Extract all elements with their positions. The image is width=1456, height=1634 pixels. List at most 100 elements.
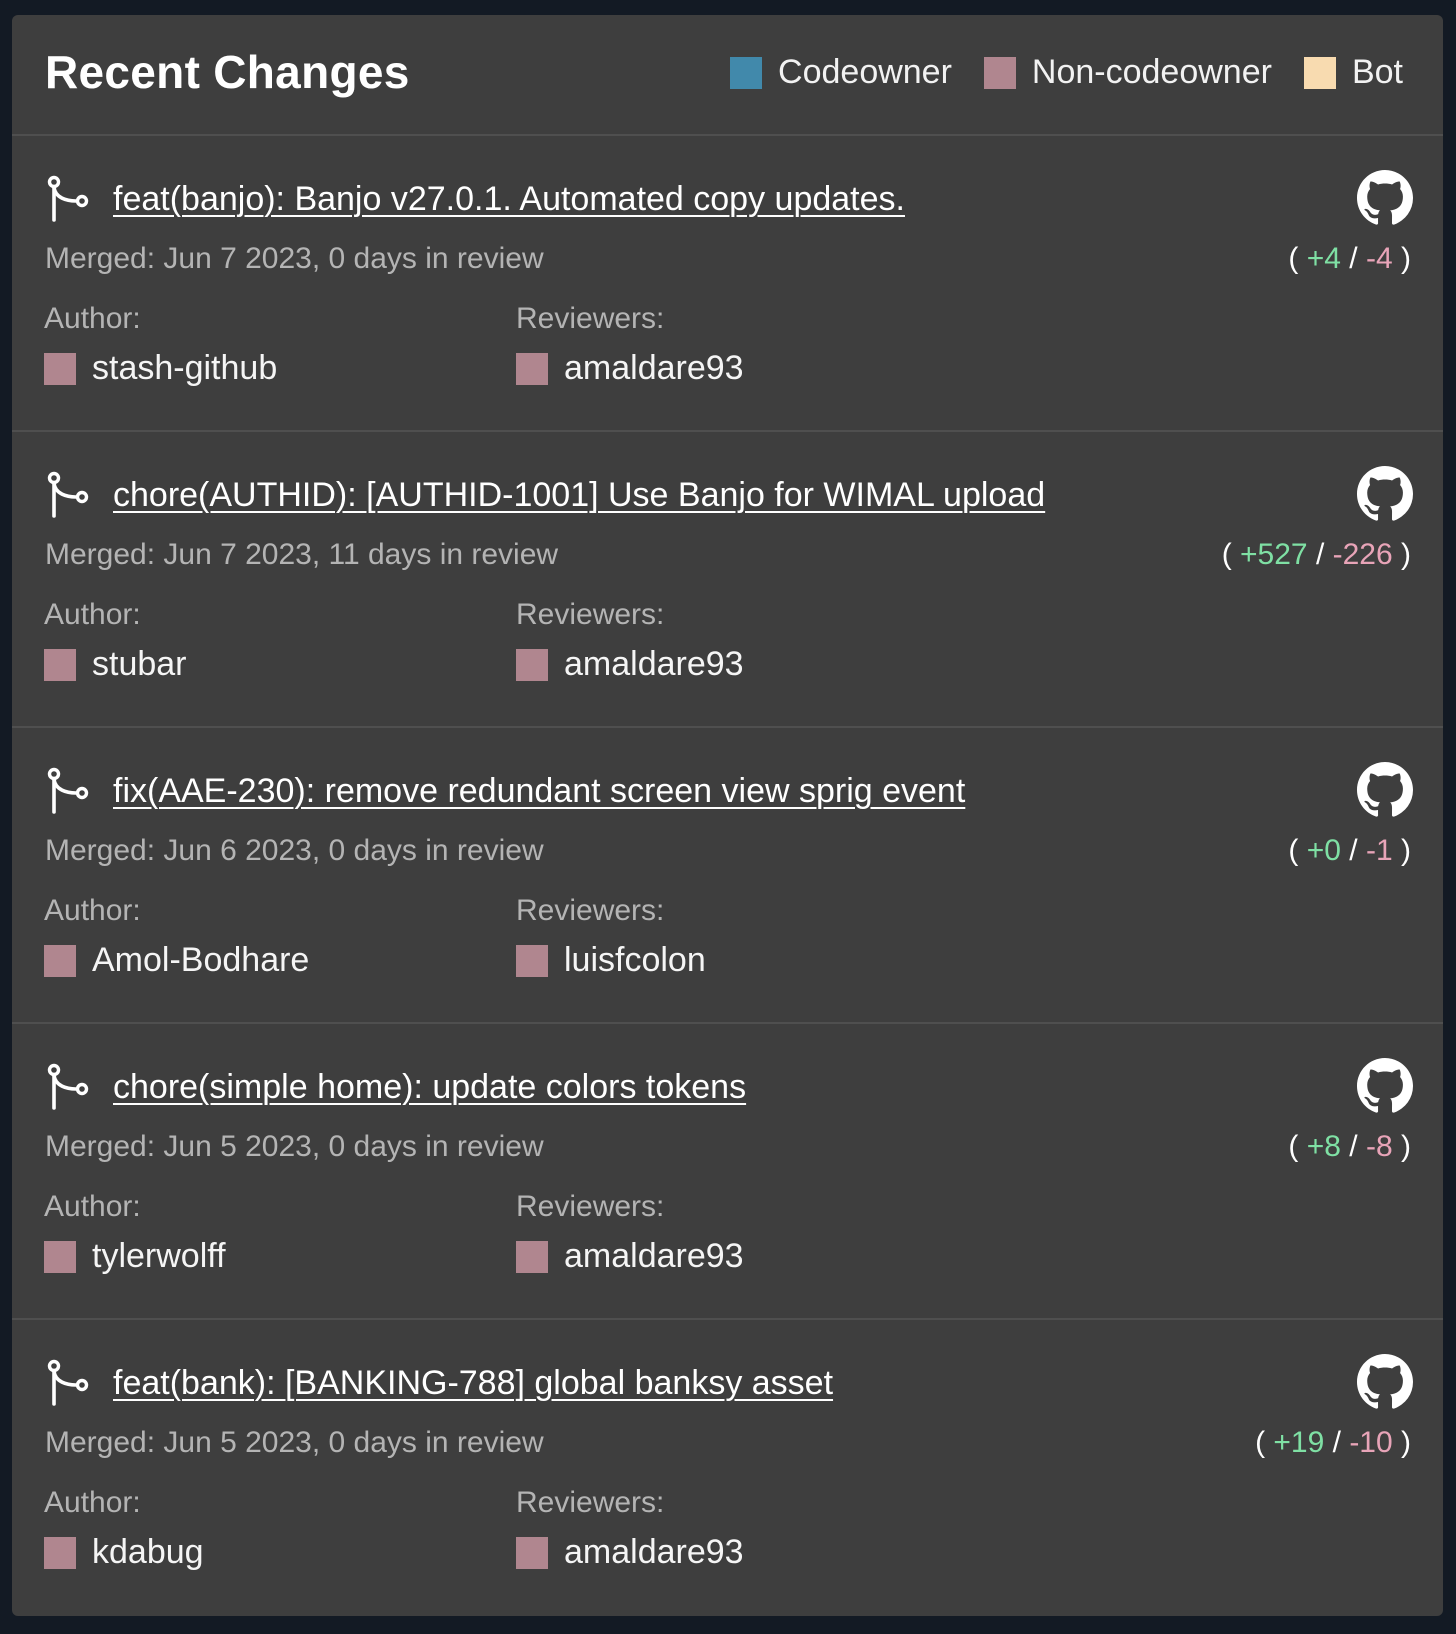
author-name: tylerwolff: [92, 1237, 226, 1275]
reviewers-label: Reviewers:: [516, 598, 665, 631]
diff-close-paren: ): [1392, 1426, 1411, 1459]
diff-slash: /: [1340, 834, 1366, 867]
legend-label: Bot: [1351, 53, 1403, 91]
page-title: Recent Changes: [45, 45, 410, 98]
additions-count: +527: [1240, 538, 1308, 571]
merged-info: Merged: Jun 6 2023, 0 days in review: [45, 834, 544, 867]
reviewer: amaldare93: [516, 1237, 744, 1276]
legend-item-non-codeowner: Non-codeowner: [983, 53, 1272, 92]
pr-title-row: chore(simple home): update colors tokens: [45, 1062, 746, 1112]
deletions-count: -10: [1349, 1426, 1393, 1459]
git-merge-icon: [47, 1359, 89, 1406]
pr-list: feat(banjo): Banjo v27.0.1. Automated co…: [12, 136, 1443, 1616]
diff-stats: ( +4 / -4 ): [1288, 242, 1411, 276]
github-icon[interactable]: [1357, 170, 1413, 226]
merged-info: Merged: Jun 7 2023, 0 days in review: [45, 242, 544, 275]
pr-item: feat(bank): [BANKING-788] global banksy …: [12, 1320, 1443, 1616]
additions-count: +8: [1306, 1130, 1341, 1163]
diff-open-paren: (: [1288, 242, 1307, 275]
non-codeowner-swatch: [983, 56, 1016, 89]
pr-item: chore(AUTHID): [AUTHID-1001] Use Banjo f…: [12, 432, 1443, 728]
merged-info: Merged: Jun 7 2023, 11 days in review: [45, 538, 559, 571]
diff-stats: ( +8 / -8 ): [1288, 1130, 1411, 1164]
non-codeowner-swatch: [516, 1240, 548, 1273]
diff-open-paren: (: [1221, 538, 1241, 571]
non-codeowner-swatch: [516, 1536, 548, 1569]
diff-close-paren: ): [1392, 538, 1411, 571]
pr-title-link[interactable]: feat(banjo): Banjo v27.0.1. Automated co…: [113, 180, 905, 219]
pr-item: fix(AAE-230): remove redundant screen vi…: [12, 728, 1443, 1024]
non-codeowner-swatch: [516, 648, 548, 681]
deletions-count: -4: [1365, 242, 1393, 275]
reviewer: amaldare93: [516, 349, 744, 388]
author-name: kdabug: [92, 1533, 204, 1571]
author-label: Author:: [44, 894, 141, 927]
legend: Codeowner Non-codeowner Bot: [730, 53, 1403, 92]
diff-slash: /: [1340, 242, 1366, 275]
diff-stats: ( +527 / -226 ): [1222, 538, 1411, 572]
panel-header: Recent Changes Codeowner Non-codeowner B…: [12, 15, 1443, 136]
pr-title-link[interactable]: feat(bank): [BANKING-788] global banksy …: [113, 1364, 833, 1403]
non-codeowner-swatch: [44, 944, 76, 977]
legend-item-bot: Bot: [1303, 53, 1403, 92]
merged-info: Merged: Jun 5 2023, 0 days in review: [45, 1426, 544, 1459]
git-merge-icon: [47, 1063, 89, 1110]
author: tylerwolff: [44, 1237, 226, 1276]
legend-label: Non-codeowner: [1031, 53, 1272, 91]
pr-title-row: chore(AUTHID): [AUTHID-1001] Use Banjo f…: [45, 470, 1045, 520]
codeowner-swatch: [730, 56, 763, 89]
pr-title-row: feat(banjo): Banjo v27.0.1. Automated co…: [45, 174, 905, 224]
additions-count: +0: [1306, 834, 1341, 867]
author-name: Amol-Bodhare: [92, 941, 310, 979]
reviewer: amaldare93: [516, 1533, 744, 1572]
pr-item: chore(simple home): update colors tokens…: [12, 1024, 1443, 1320]
author-name: stubar: [92, 645, 187, 683]
github-icon[interactable]: [1357, 1354, 1413, 1410]
diff-open-paren: (: [1288, 1130, 1307, 1163]
legend-item-codeowner: Codeowner: [730, 53, 952, 92]
additions-count: +4: [1306, 242, 1341, 275]
reviewer-name: amaldare93: [564, 1237, 744, 1275]
git-merge-icon: [47, 471, 89, 518]
diff-open-paren: (: [1255, 1426, 1274, 1459]
pr-title-link[interactable]: chore(AUTHID): [AUTHID-1001] Use Banjo f…: [113, 476, 1045, 515]
diff-slash: /: [1324, 1426, 1350, 1459]
author-name: stash-github: [92, 349, 278, 387]
non-codeowner-swatch: [44, 352, 76, 385]
author: stash-github: [44, 349, 277, 388]
pr-title-link[interactable]: chore(simple home): update colors tokens: [113, 1068, 746, 1107]
reviewer-name: amaldare93: [564, 645, 744, 683]
reviewer-name: luisfcolon: [564, 941, 706, 979]
merged-info: Merged: Jun 5 2023, 0 days in review: [45, 1130, 544, 1163]
git-merge-icon: [47, 175, 89, 222]
pr-title-link[interactable]: fix(AAE-230): remove redundant screen vi…: [113, 772, 965, 811]
non-codeowner-swatch: [44, 1536, 76, 1569]
diff-stats: ( +19 / -10 ): [1255, 1426, 1411, 1460]
bot-swatch: [1303, 56, 1336, 89]
legend-label: Codeowner: [778, 53, 952, 91]
non-codeowner-swatch: [44, 1240, 76, 1273]
author-label: Author:: [44, 302, 141, 335]
non-codeowner-swatch: [516, 944, 548, 977]
deletions-count: -1: [1365, 834, 1393, 867]
deletions-count: -226: [1332, 538, 1393, 571]
author-label: Author:: [44, 598, 141, 631]
author: Amol-Bodhare: [44, 941, 309, 980]
pr-item: feat(banjo): Banjo v27.0.1. Automated co…: [12, 136, 1443, 432]
reviewer-name: amaldare93: [564, 1533, 744, 1571]
pr-title-row: feat(bank): [BANKING-788] global banksy …: [45, 1358, 833, 1408]
non-codeowner-swatch: [44, 648, 76, 681]
reviewers-label: Reviewers:: [516, 1190, 665, 1223]
github-icon[interactable]: [1357, 466, 1413, 522]
pr-title-row: fix(AAE-230): remove redundant screen vi…: [45, 766, 965, 816]
author: kdabug: [44, 1533, 204, 1572]
non-codeowner-swatch: [516, 352, 548, 385]
github-icon[interactable]: [1357, 762, 1413, 818]
github-icon[interactable]: [1357, 1058, 1413, 1114]
recent-changes-panel: Recent Changes Codeowner Non-codeowner B…: [12, 15, 1443, 1616]
reviewers-label: Reviewers:: [516, 894, 665, 927]
git-merge-icon: [47, 767, 89, 814]
additions-count: +19: [1273, 1426, 1325, 1459]
reviewer: amaldare93: [516, 645, 744, 684]
reviewer: luisfcolon: [516, 941, 706, 980]
